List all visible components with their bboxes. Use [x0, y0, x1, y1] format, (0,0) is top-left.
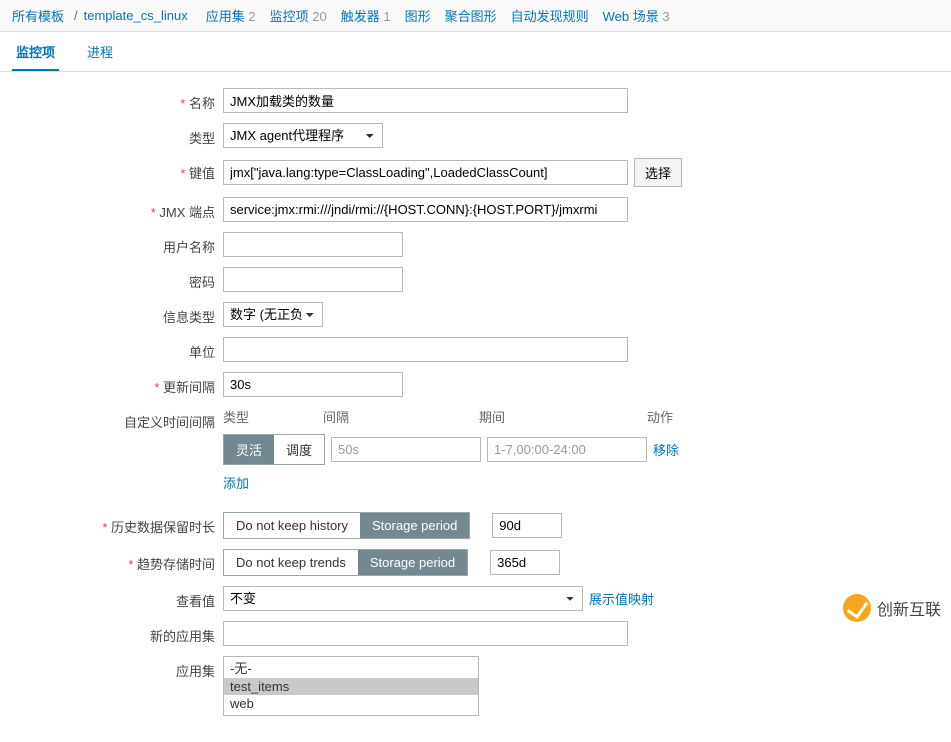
remove-interval-link[interactable]: 移除	[653, 440, 679, 459]
nav-app-sets[interactable]: 应用集 2	[206, 6, 256, 25]
app-option-web[interactable]: web	[224, 695, 478, 712]
label-username: 用户名称	[8, 232, 223, 256]
check-icon	[843, 594, 871, 622]
nav-screens[interactable]: 聚合图形	[445, 6, 497, 25]
item-form: 名称 类型 JMX agent代理程序 键值 选择 JMX 端点 用户名称 密码…	[0, 72, 951, 742]
seg-scheduling[interactable]: 调度	[274, 435, 324, 464]
breadcrumb-nav: 所有模板 / template_cs_linux 应用集 2 监控项 20 触发…	[0, 0, 951, 32]
label-trends: 趋势存储时间	[8, 549, 223, 573]
tab-item[interactable]: 监控项	[12, 32, 59, 71]
type-select[interactable]: JMX agent代理程序	[223, 123, 383, 148]
nav-graphs[interactable]: 图形	[405, 6, 431, 25]
label-update-interval: 更新间隔	[8, 372, 223, 396]
label-show-value: 查看值	[8, 586, 223, 610]
tab-process[interactable]: 进程	[83, 32, 117, 71]
period-input[interactable]	[487, 437, 647, 462]
label-type: 类型	[8, 123, 223, 147]
show-value-select[interactable]: 不变	[223, 586, 583, 611]
jmx-endpoint-input[interactable]	[223, 197, 628, 222]
trends-segment: Do not keep trends Storage period	[223, 549, 468, 576]
label-history: 历史数据保留时长	[8, 512, 223, 536]
interval-type-segment: 灵活 调度	[223, 434, 325, 465]
key-select-button[interactable]: 选择	[634, 158, 682, 187]
history-segment: Do not keep history Storage period	[223, 512, 470, 539]
brand-logo: 创新互联	[843, 594, 941, 622]
custom-interval-row: 灵活 调度 移除	[223, 434, 679, 465]
label-units: 单位	[8, 337, 223, 361]
apps-listbox[interactable]: -无- test_items web	[223, 656, 479, 716]
info-type-select[interactable]: 数字 (无正负)	[223, 302, 323, 327]
label-password: 密码	[8, 267, 223, 291]
interval-input[interactable]	[331, 437, 481, 462]
add-interval-link[interactable]: 添加	[223, 476, 249, 491]
template-name-link[interactable]: template_cs_linux	[84, 8, 188, 23]
all-templates-link[interactable]: 所有模板	[12, 6, 64, 25]
app-option-test[interactable]: test_items	[224, 678, 478, 695]
password-input[interactable]	[223, 267, 403, 292]
label-name: 名称	[8, 88, 223, 112]
seg-flexible[interactable]: 灵活	[224, 435, 274, 464]
new-app-input[interactable]	[223, 621, 628, 646]
name-input[interactable]	[223, 88, 628, 113]
label-info-type: 信息类型	[8, 302, 223, 326]
key-input[interactable]	[223, 160, 628, 185]
custom-interval-header: 类型 间隔 期间 动作	[223, 407, 679, 426]
label-new-app: 新的应用集	[8, 621, 223, 645]
sub-tabs: 监控项 进程	[0, 32, 951, 72]
seg-trends-off[interactable]: Do not keep trends	[224, 550, 358, 575]
nav-discovery[interactable]: 自动发现规则	[511, 6, 589, 25]
trends-value-input[interactable]	[490, 550, 560, 575]
seg-trends-on[interactable]: Storage period	[358, 550, 467, 575]
show-value-mapping-link[interactable]: 展示值映射	[589, 589, 654, 608]
username-input[interactable]	[223, 232, 403, 257]
nav-items[interactable]: 监控项 20	[270, 6, 327, 25]
history-value-input[interactable]	[492, 513, 562, 538]
app-option-none[interactable]: -无-	[224, 657, 478, 678]
separator: /	[74, 8, 78, 23]
nav-triggers[interactable]: 触发器 1	[341, 6, 391, 25]
label-custom-intervals: 自定义时间间隔	[8, 407, 223, 431]
label-apps: 应用集	[8, 656, 223, 680]
label-key: 键值	[8, 158, 223, 182]
label-jmx-endpoint: JMX 端点	[8, 197, 223, 221]
units-input[interactable]	[223, 337, 628, 362]
seg-history-on[interactable]: Storage period	[360, 513, 469, 538]
update-interval-input[interactable]	[223, 372, 403, 397]
seg-history-off[interactable]: Do not keep history	[224, 513, 360, 538]
nav-web[interactable]: Web 场景 3	[603, 6, 670, 25]
